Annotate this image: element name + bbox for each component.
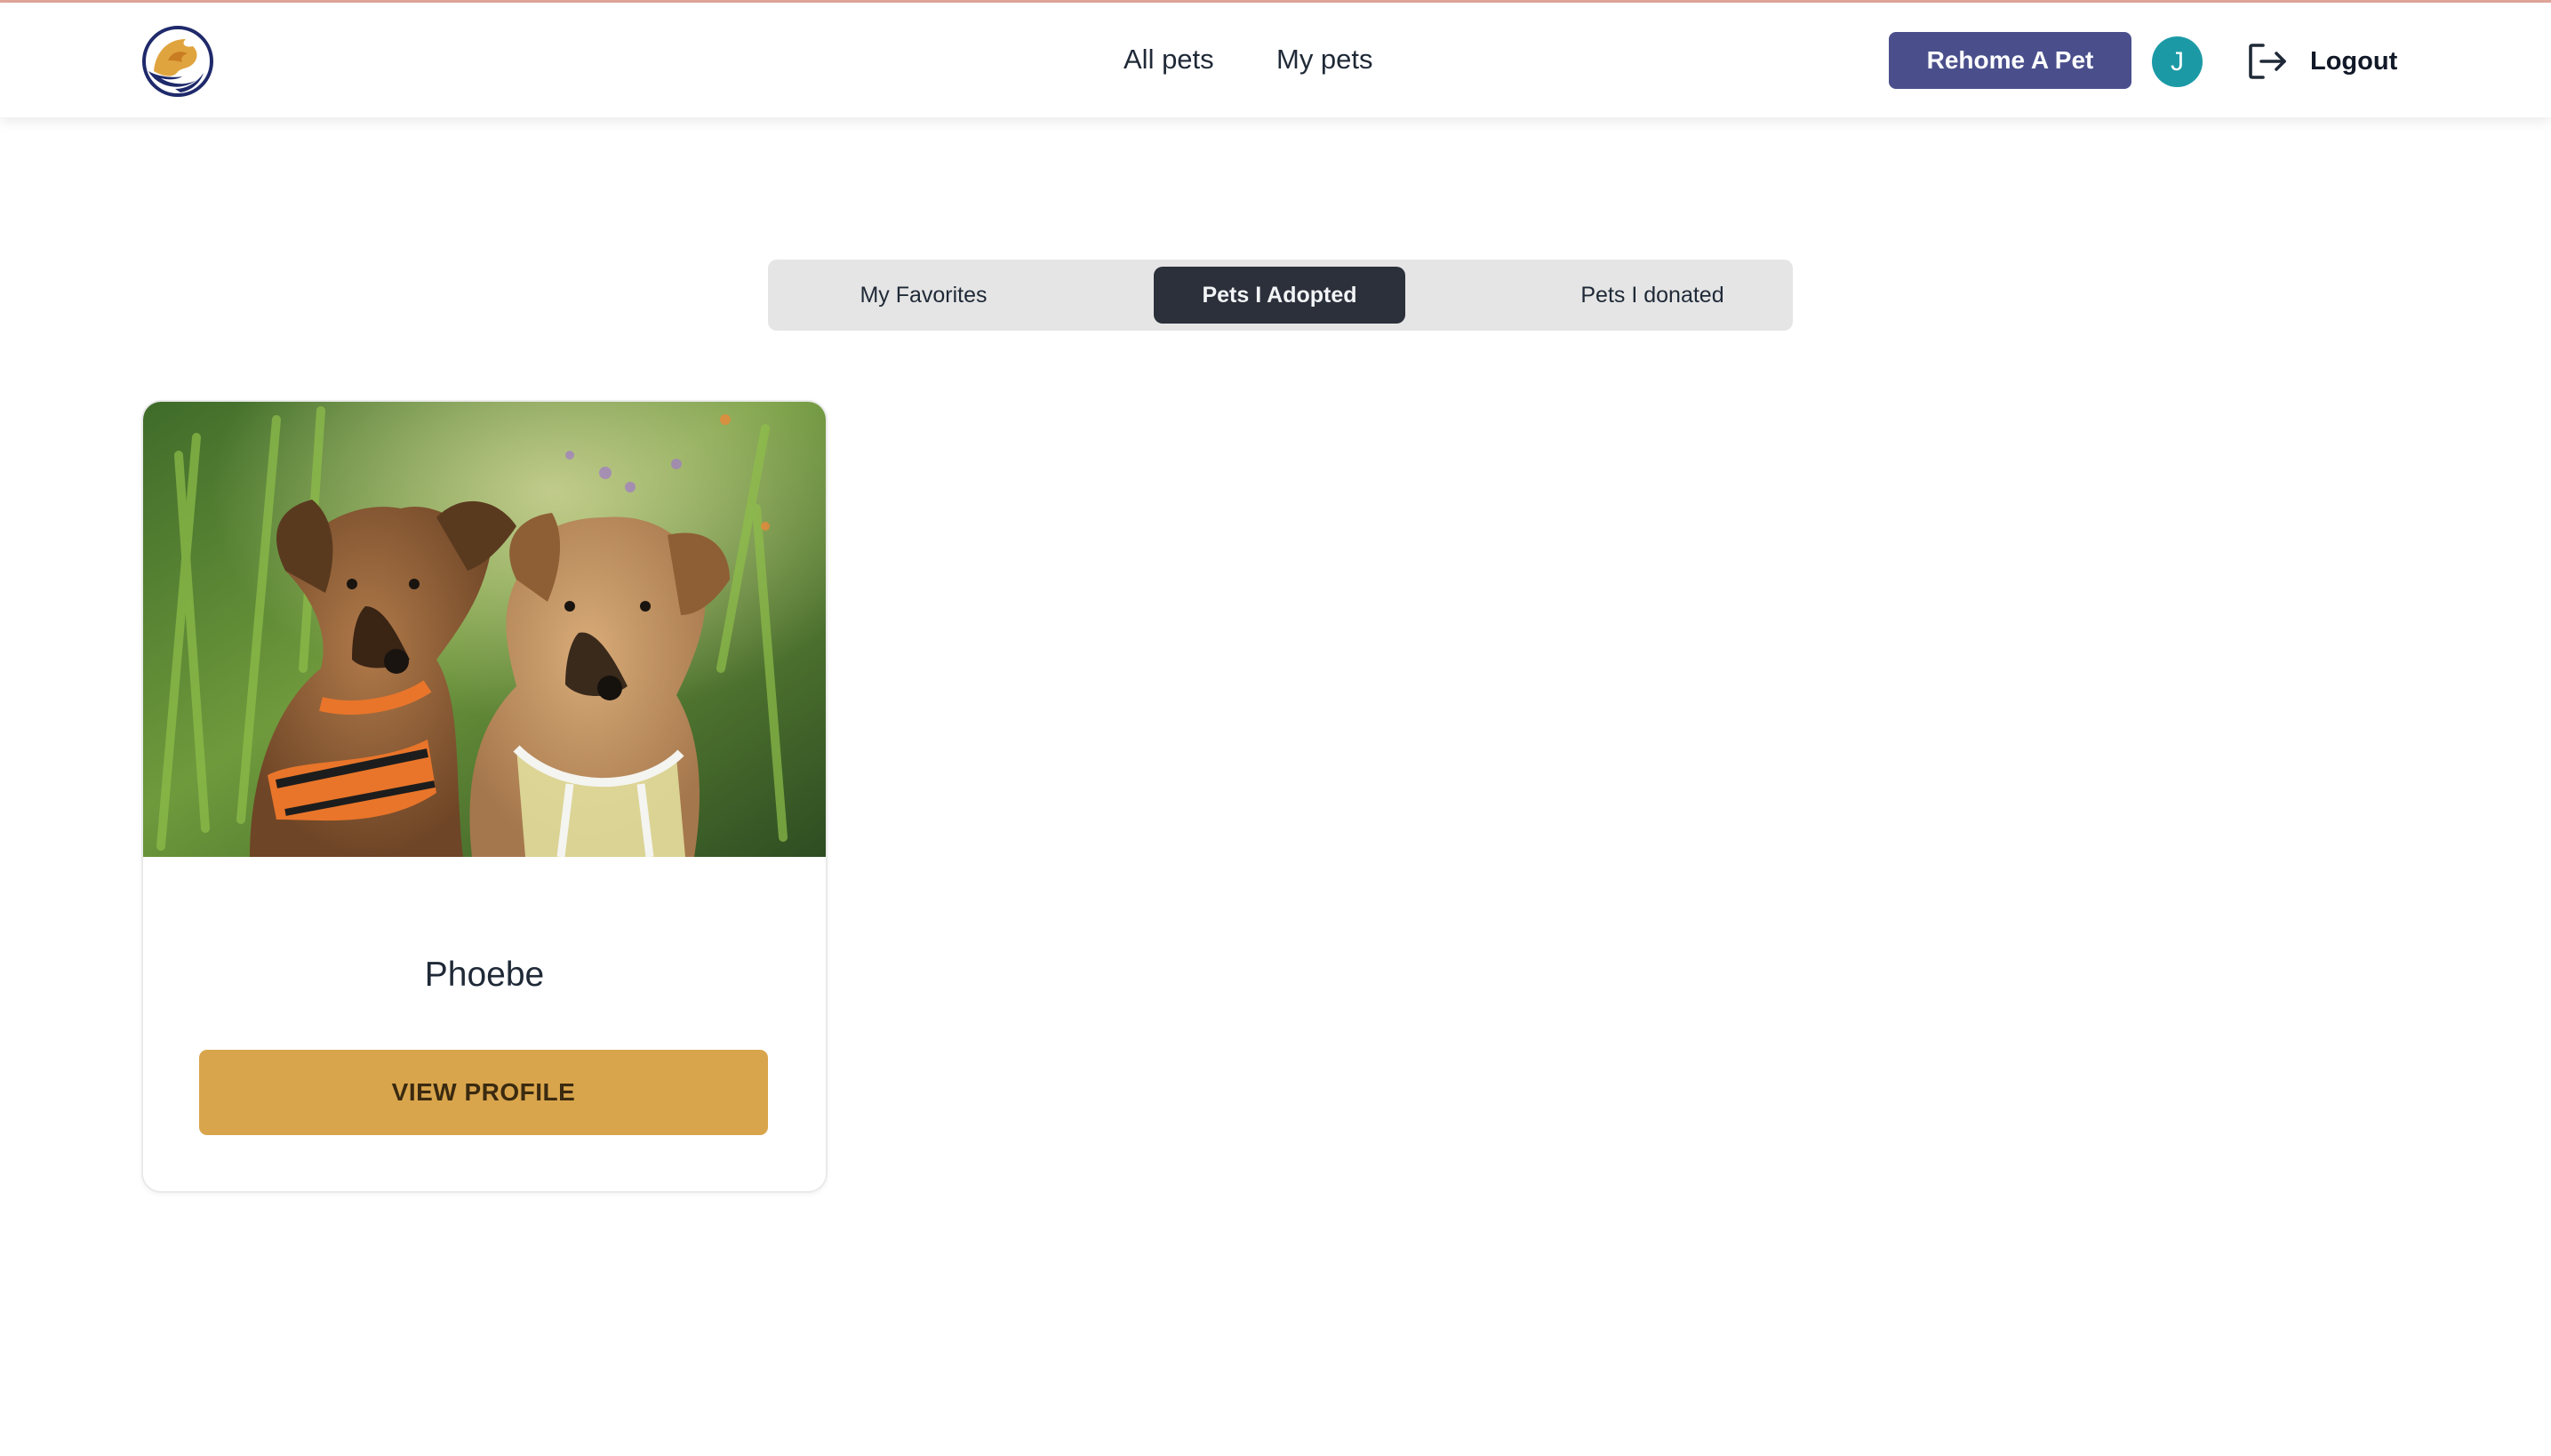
page: All pets My pets Rehome A Pet J Logout M… bbox=[0, 0, 2551, 1456]
tab-pets-donated[interactable]: Pets I donated bbox=[1550, 267, 1755, 324]
logout-icon[interactable] bbox=[2247, 42, 2288, 81]
pet-category-tabs: My Favorites Pets I Adopted Pets I donat… bbox=[768, 260, 1793, 331]
view-profile-button[interactable]: VIEW PROFILE bbox=[199, 1050, 768, 1135]
two-dogs-photo bbox=[143, 402, 826, 857]
pet-card: Phoebe VIEW PROFILE bbox=[141, 400, 828, 1193]
tab-pets-adopted[interactable]: Pets I Adopted bbox=[1154, 267, 1405, 324]
pet-name: Phoebe bbox=[424, 956, 545, 994]
nav-all-pets[interactable]: All pets bbox=[1124, 42, 1214, 77]
nav-my-pets[interactable]: My pets bbox=[1276, 42, 1373, 77]
top-navbar: All pets My pets Rehome A Pet J Logout bbox=[0, 3, 2551, 117]
avatar-initial: J bbox=[2171, 46, 2184, 76]
logout-button[interactable]: Logout bbox=[2310, 44, 2397, 79]
user-avatar[interactable]: J bbox=[2152, 36, 2203, 87]
tab-my-favorites[interactable]: My Favorites bbox=[821, 267, 1026, 324]
rehome-pet-button[interactable]: Rehome A Pet bbox=[1889, 32, 2131, 89]
